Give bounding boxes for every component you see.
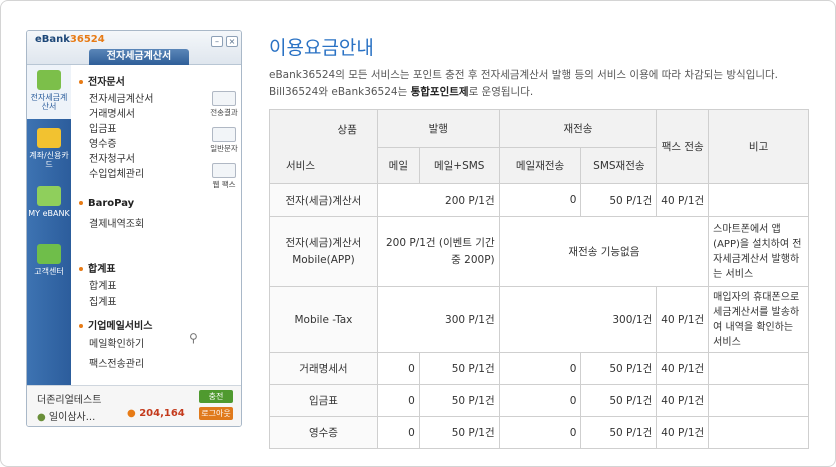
company-name: ● 일이삼사... (37, 412, 96, 423)
ebank-logo: eBank36524 (35, 34, 105, 45)
widget-header: eBank36524 – × 전자세금계산서 (27, 31, 241, 65)
sidebar-item-label: 고객센터 (34, 267, 64, 276)
menu-item[interactable]: 집계표 (89, 293, 117, 308)
sidebar-item-label: MY eBANK (28, 209, 70, 218)
fee-table: 상품 서비스 발행 재전송 팩스 전송 비고 메일 메일+SMS 메일재전송 S… (269, 109, 809, 449)
menu-item[interactable]: 수입업체관리 (89, 165, 144, 180)
monitor-icon (37, 70, 61, 90)
header-issue: 발행 (376, 109, 500, 148)
fax-icon (212, 163, 236, 178)
header-sms-resend: SMS재전송 (580, 147, 658, 184)
menu-section-summary: 합계표 (79, 260, 116, 275)
table-row: 전자(세금)계산서 200 P/1건 0 50 P/1건 40 P/1건 (269, 183, 809, 217)
charge-button[interactable]: 충전 (199, 390, 233, 403)
sidebar-item-customer-center[interactable]: 고객센터 (27, 239, 71, 293)
envelope-icon (212, 127, 236, 142)
table-row: 전자(세금)계산서 Mobile(APP) 200 P/1건 (이벤트 기간 중… (269, 216, 809, 287)
widget-sidebar: 전자세금계산서 계좌/신용카드 MY eBANK 고객센터 (27, 65, 71, 385)
menu-section-documents: 전자문서 (79, 73, 125, 88)
menu-item[interactable]: 영수증 (89, 135, 117, 150)
logout-button[interactable]: 로그아웃 (199, 407, 233, 420)
sidebar-item-label: 전자세금계산서 (30, 93, 68, 111)
widget-tab-title[interactable]: 전자세금계산서 (89, 49, 189, 65)
header-mail: 메일 (376, 147, 420, 184)
page-title: 이용요금안내 (269, 37, 374, 59)
coin-icon: ● (127, 408, 136, 419)
folder-icon (37, 186, 61, 206)
menu-item[interactable]: 결제내역조회 (89, 215, 144, 230)
table-row: 영수증 0 50 P/1건 0 50 P/1건 40 P/1건 (269, 416, 809, 449)
sidebar-item-account-card[interactable]: 계좌/신용카드 (27, 123, 71, 177)
header-mail-sms: 메일+SMS (418, 147, 500, 184)
menu-item[interactable]: 전자청구서 (89, 150, 135, 165)
sidebar-item-label: 계좌/신용카드 (29, 151, 69, 169)
menu-item[interactable]: 메일확인하기 (89, 335, 144, 350)
sidebar-item-my-ebank[interactable]: MY eBANK (27, 181, 71, 235)
header-fax: 팩스 전송 (656, 109, 710, 184)
search-icon[interactable]: ⚲ (189, 331, 198, 345)
header-mail-resend: 메일재전송 (498, 147, 582, 184)
menu-item[interactable]: 합계표 (89, 277, 117, 292)
sms-button[interactable]: 일반문자 (205, 127, 241, 154)
sidebar-item-tax-invoice[interactable]: 전자세금계산서 (27, 65, 71, 119)
send-result-button[interactable]: 전송결과 (205, 91, 241, 118)
table-corner-header: 상품 서비스 (269, 109, 378, 184)
menu-item[interactable]: 입금표 (89, 120, 117, 135)
header-note: 비고 (708, 109, 809, 184)
menu-section-mail-service: 기업메일서비스 (79, 317, 152, 332)
menu-item[interactable]: 전자세금계산서 (89, 90, 153, 105)
chat-icon (37, 244, 61, 264)
point-balance: ● 204,164 (127, 408, 185, 419)
menu-item[interactable]: 거래명세서 (89, 105, 135, 120)
user-name: 더존리얼테스트 (37, 395, 102, 406)
minimize-icon[interactable]: – (211, 36, 223, 47)
table-row: 거래명세서 0 50 P/1건 0 50 P/1건 40 P/1건 (269, 352, 809, 385)
result-icon (212, 91, 236, 106)
user-icon: ● (37, 412, 46, 423)
table-row: Mobile -Tax 300 P/1건 300/1건 40 P/1건 매입자의… (269, 286, 809, 353)
web-fax-button[interactable]: 웹 팩스 (205, 163, 241, 190)
widget-footer: 더존리얼테스트 ● 일이삼사... ● 204,164 충전 로그아웃 (27, 385, 241, 426)
menu-item[interactable]: 팩스전송관리 (89, 355, 144, 370)
ebank-widget: eBank36524 – × 전자세금계산서 전자세금계산서 계좌/신용카드 M… (26, 30, 242, 427)
table-row: 입금표 0 50 P/1건 0 50 P/1건 40 P/1건 (269, 384, 809, 417)
page-description: eBank36524의 모든 서비스는 포인트 충전 후 전자세금계산서 발행 … (269, 69, 779, 98)
page-frame: eBank36524 – × 전자세금계산서 전자세금계산서 계좌/신용카드 M… (0, 0, 836, 467)
menu-section-baropay: BaroPay (79, 198, 134, 209)
card-icon (37, 128, 61, 148)
close-icon[interactable]: × (226, 36, 238, 47)
header-resend: 재전송 (498, 109, 658, 148)
